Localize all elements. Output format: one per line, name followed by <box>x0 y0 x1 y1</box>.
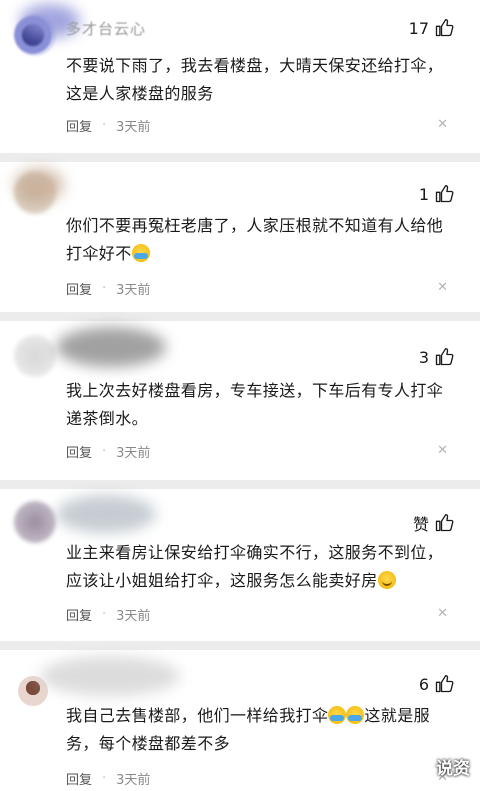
thumbs-up-icon <box>435 675 454 693</box>
timestamp: 3天前 <box>116 609 151 624</box>
like-button[interactable]: 3 <box>419 347 454 367</box>
like-count: 1 <box>418 184 429 204</box>
username-blur <box>14 168 64 202</box>
comment-text: 不要说下雨了，我去看楼盘，大晴天保安还给打伞， 这是人家楼盘的服务 <box>66 52 456 108</box>
avatar[interactable] <box>14 335 56 377</box>
comment-meta: 回复 · 3天前 <box>66 605 150 624</box>
divider <box>0 641 480 650</box>
timestamp: 3天前 <box>116 283 151 298</box>
separator-dot: · <box>102 607 107 622</box>
close-icon[interactable]: ✕ <box>437 606 448 621</box>
crying-laugh-emoji <box>131 244 150 262</box>
crying-laugh-emoji <box>346 706 365 724</box>
like-button[interactable]: 6 <box>419 674 454 694</box>
comment-line: 应该让小姐姐给打伞，这服务怎么能卖好房 <box>66 567 456 595</box>
reply-button[interactable]: 回复 <box>66 442 92 461</box>
username-blur <box>56 327 166 367</box>
like-button[interactable]: 赞 <box>413 511 454 535</box>
like-count: 17 <box>408 18 429 38</box>
comment-item: 3 我上次去好楼盘看房，专车接送，下车后有专人打伞 递茶倒水。 回复 · 3天前… <box>0 321 480 481</box>
smile-emoji <box>377 571 396 589</box>
thumbs-up-icon <box>435 514 454 532</box>
like-count: 6 <box>418 674 429 694</box>
comment-line: 务，每个楼盘都差不多 <box>66 734 231 753</box>
like-count: 3 <box>418 347 429 367</box>
comment-meta: 回复 · 3天前 <box>66 442 150 461</box>
timestamp: 3天前 <box>116 446 151 461</box>
comment-line: 这是人家楼盘的服务 <box>66 84 214 103</box>
comment-line: 业主来看房让保安给打伞确实不行，这服务不到位， <box>66 543 444 562</box>
comment-item: 6 我自己去售楼部，他们一样给我打伞 这就是服 务，每个楼盘都差不多 回复 · 3… <box>0 650 480 791</box>
reply-button[interactable]: 回复 <box>66 605 92 624</box>
comment-line: 我上次去好楼盘看房，专车接送，下车后有专人打伞 <box>66 381 444 400</box>
like-button[interactable]: 17 <box>409 18 454 38</box>
close-icon[interactable]: ✕ <box>437 280 448 295</box>
comment-line: 递茶倒水。 <box>66 409 149 428</box>
separator-dot: · <box>102 281 107 296</box>
close-icon[interactable]: ✕ <box>437 117 448 132</box>
close-icon[interactable]: ✕ <box>437 443 448 458</box>
timestamp: 3天前 <box>116 120 151 135</box>
comment-line-text: 这就是服 <box>364 706 431 725</box>
comment-line: 我自己去售楼部，他们一样给我打伞 这就是服 <box>66 702 456 730</box>
comment-line: 不要说下雨了，我去看楼盘，大晴天保安还给打伞， <box>66 56 444 75</box>
comment-item: 1 你们不要再冤枉老唐了，人家压根就不知道有人给他 打伞好不 回复 · 3天前 … <box>0 162 480 312</box>
divider <box>0 312 480 321</box>
comment-text: 你们不要再冤枉老唐了，人家压根就不知道有人给他 打伞好不 <box>66 212 456 268</box>
separator-dot: · <box>102 771 107 786</box>
divider <box>0 480 480 489</box>
comment-line-text: 我自己去售楼部，他们一样给我打伞 <box>66 706 329 725</box>
divider <box>0 153 480 162</box>
username-blur <box>56 495 156 533</box>
crying-laugh-emoji <box>328 706 347 724</box>
separator-dot: · <box>102 444 107 459</box>
comment-meta: 回复 · 3天前 <box>66 769 150 788</box>
comment-line: 打伞好不 <box>66 240 456 268</box>
comment-text: 我自己去售楼部，他们一样给我打伞 这就是服 务，每个楼盘都差不多 <box>66 702 456 758</box>
comment-line-text: 打伞好不 <box>66 244 132 263</box>
timestamp: 3天前 <box>116 773 151 788</box>
comment-meta: 回复 · 3天前 <box>66 116 150 135</box>
reply-button[interactable]: 回复 <box>66 116 92 135</box>
thumbs-up-icon <box>435 19 454 37</box>
comment-text: 业主来看房让保安给打伞确实不行，这服务不到位， 应该让小姐姐给打伞，这服务怎么能… <box>66 539 456 595</box>
thumbs-up-icon <box>435 348 454 366</box>
thumbs-up-icon <box>435 185 454 203</box>
comment-line-text: 应该让小姐姐给打伞，这服务怎么能卖好房 <box>66 571 378 590</box>
avatar[interactable] <box>14 501 56 543</box>
comment-item: 赞 业主来看房让保安给打伞确实不行，这服务不到位， 应该让小姐姐给打伞，这服务怎… <box>0 489 480 639</box>
reply-button[interactable]: 回复 <box>66 279 92 298</box>
reply-button[interactable]: 回复 <box>66 769 92 788</box>
like-count: 赞 <box>412 515 429 534</box>
comment-line: 你们不要再冤枉老唐了，人家压根就不知道有人给他 <box>66 216 444 235</box>
separator-dot: · <box>102 118 107 133</box>
username[interactable]: 多才台云心 <box>66 18 146 39</box>
comment-item: 多才台云心 17 不要说下雨了，我去看楼盘，大晴天保安还给打伞， 这是人家楼盘的… <box>0 0 480 150</box>
watermark-logo: 说资 <box>436 759 470 779</box>
like-button[interactable]: 1 <box>419 184 454 204</box>
username-blur <box>40 656 180 696</box>
comment-text: 我上次去好楼盘看房，专车接送，下车后有专人打伞 递茶倒水。 <box>66 377 456 433</box>
comment-meta: 回复 · 3天前 <box>66 279 150 298</box>
